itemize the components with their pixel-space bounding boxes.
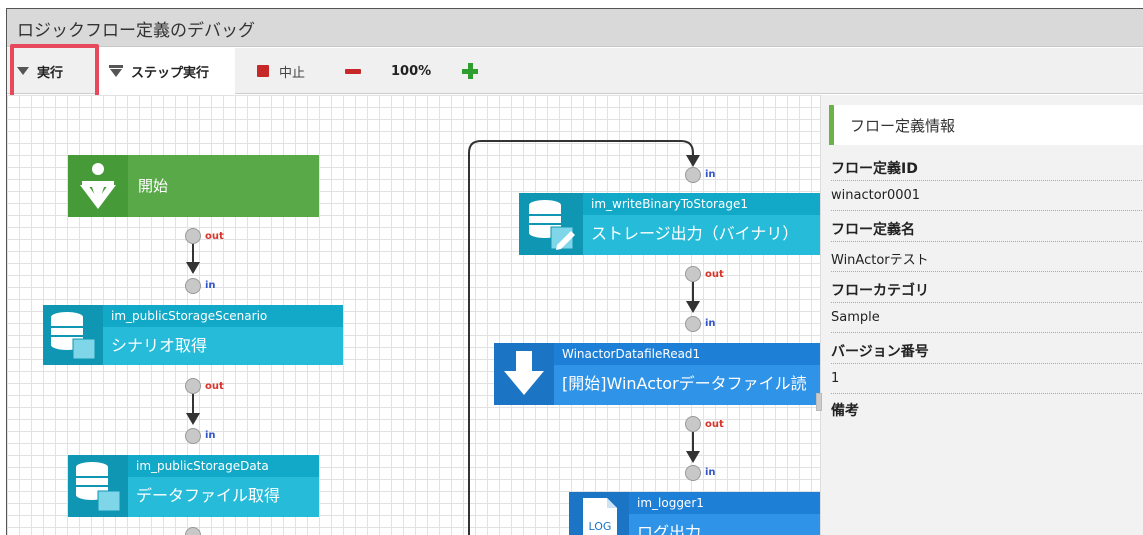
toolbar: 実行 ステップ実行 中止 100% bbox=[7, 48, 1143, 94]
log-icon-text: LOG bbox=[589, 520, 612, 533]
step-run-button[interactable]: ステップ実行 bbox=[99, 48, 235, 94]
flow-info-panel: フロー定義情報 フロー定義ID winactor0001 フロー定義名 WinA… bbox=[816, 95, 1143, 535]
field-key: バージョン番号 bbox=[831, 334, 1143, 364]
in-port-label: in bbox=[705, 169, 716, 180]
window-title: ロジックフロー定義のデバッグ bbox=[17, 21, 255, 41]
logger-node[interactable]: LOG im_logger1 ログ出力 bbox=[569, 492, 820, 535]
out-port-label: out bbox=[705, 269, 724, 280]
field-value: WinActorテスト bbox=[831, 242, 1143, 272]
zoom-in-button[interactable] bbox=[462, 48, 478, 94]
panel-resize-handle[interactable] bbox=[816, 393, 822, 411]
write-binary-id: im_writeBinaryToStorage1 bbox=[583, 193, 820, 215]
flow-canvas[interactable]: 開始 out in im_publicStorageScenario シナリオ取… bbox=[7, 95, 820, 535]
winactor-read-id: WinactorDatafileRead1 bbox=[554, 343, 820, 365]
stop-button[interactable]: 中止 bbox=[257, 48, 305, 94]
write-binary-icon-box bbox=[519, 193, 583, 255]
field-key: フロー定義名 bbox=[831, 212, 1143, 242]
connector-arrow bbox=[686, 155, 700, 167]
winactor-read-node[interactable]: WinactorDatafileRead1 [開始]WinActorデータファイ… bbox=[494, 343, 820, 405]
database-edit-icon bbox=[529, 200, 575, 250]
write-binary-node[interactable]: im_writeBinaryToStorage1 ストレージ出力（バイナリ） bbox=[519, 193, 820, 255]
step-icon bbox=[109, 65, 123, 77]
logger-id: im_logger1 bbox=[629, 492, 820, 514]
field-value: 1 bbox=[831, 364, 1143, 394]
zoom-out-button[interactable] bbox=[345, 48, 361, 94]
zoom-level: 100% bbox=[391, 63, 432, 79]
minus-icon bbox=[345, 68, 361, 74]
connector-arrow bbox=[686, 301, 700, 313]
arrow-down-icon bbox=[504, 351, 544, 395]
connector-arrow bbox=[686, 451, 700, 463]
logger-label: ログ出力 bbox=[629, 514, 820, 535]
plus-icon bbox=[462, 63, 478, 79]
out-port-label: out bbox=[705, 419, 724, 430]
winactor-in-port[interactable] bbox=[685, 316, 701, 332]
field-value: winactor0001 bbox=[831, 181, 1143, 211]
write-binary-in-port[interactable] bbox=[685, 167, 701, 183]
panel-title: フロー定義情報 bbox=[850, 117, 956, 135]
write-binary-out-port[interactable] bbox=[685, 266, 701, 282]
write-binary-label: ストレージ出力（バイナリ） bbox=[583, 215, 820, 255]
stop-icon bbox=[257, 65, 269, 77]
field-key: フロー定義ID bbox=[831, 151, 1143, 181]
winactor-out-port[interactable] bbox=[685, 416, 701, 432]
in-port-label: in bbox=[705, 318, 716, 329]
title-bar: ロジックフロー定義のデバッグ bbox=[7, 9, 1143, 47]
step-run-label: ステップ実行 bbox=[131, 65, 210, 81]
log-file-icon: LOG bbox=[583, 498, 617, 535]
panel-header: フロー定義情報 bbox=[829, 105, 1143, 145]
logger-icon-box: LOG bbox=[569, 492, 629, 535]
winactor-read-icon-box bbox=[494, 343, 554, 405]
logger-in-port[interactable] bbox=[685, 465, 701, 481]
stop-button-label: 中止 bbox=[279, 65, 306, 81]
field-value: Sample bbox=[831, 303, 1143, 333]
in-port-label: in bbox=[705, 467, 716, 478]
field-key: フローカテゴリ bbox=[831, 273, 1143, 303]
field-key: 備考 bbox=[831, 403, 859, 419]
winactor-read-label: [開始]WinActorデータファイル読 bbox=[554, 365, 820, 405]
